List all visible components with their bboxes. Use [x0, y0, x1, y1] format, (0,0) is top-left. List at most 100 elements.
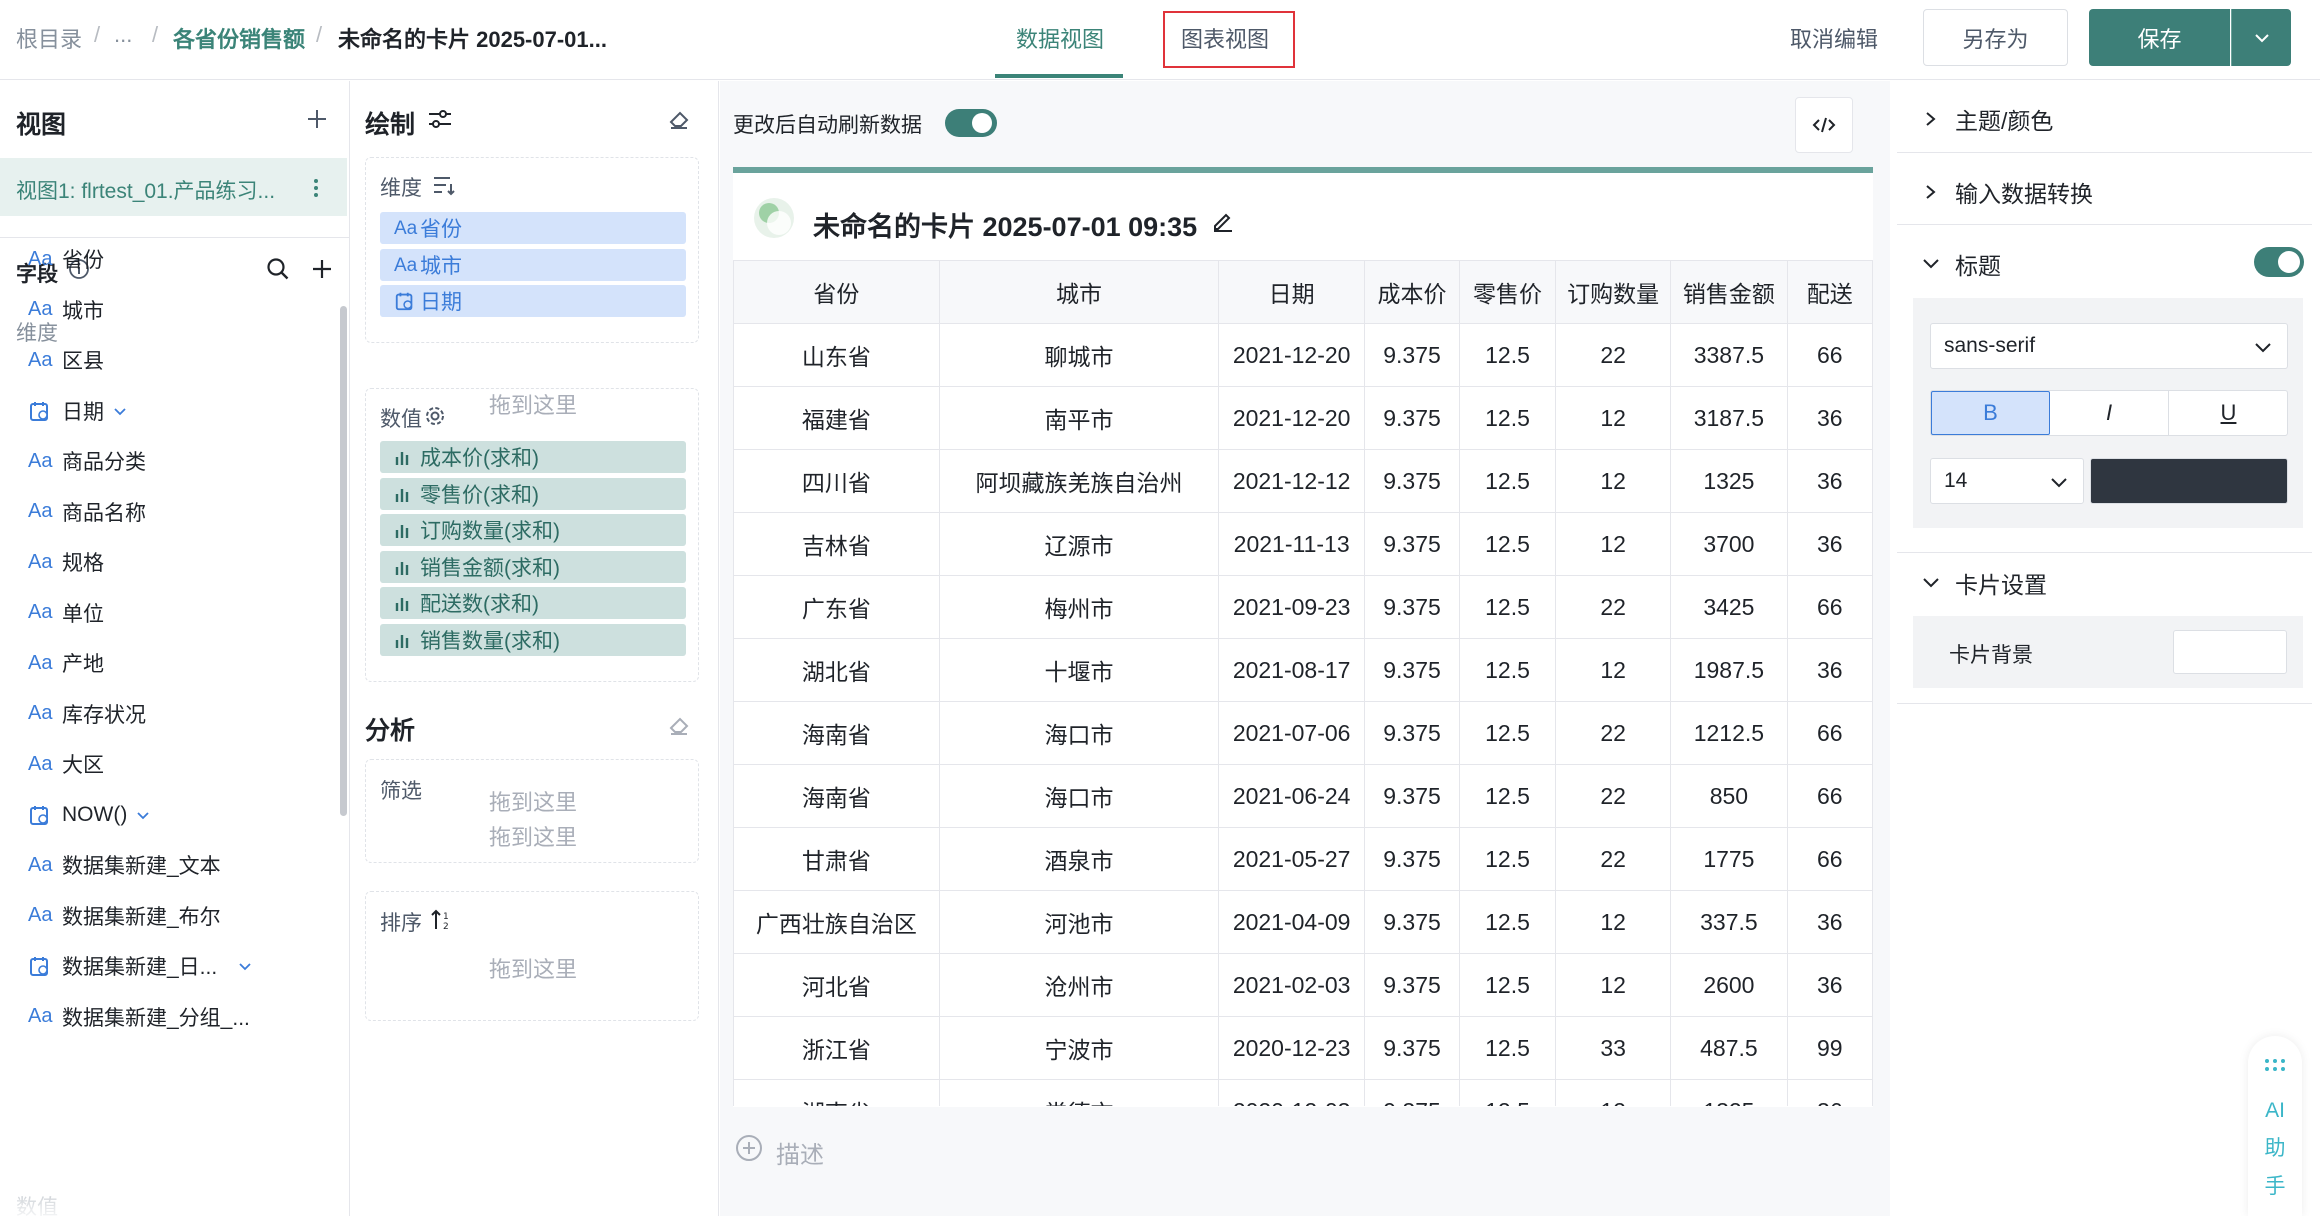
field-item[interactable]: Aa 库存状况 — [28, 697, 146, 731]
chevron-right-icon — [1926, 112, 1936, 126]
breadcrumb-separator: / — [94, 22, 101, 47]
code-view-button[interactable] — [1795, 97, 1853, 153]
field-item[interactable]: Aa 单位 — [28, 596, 104, 630]
drag-handle-icon[interactable] — [2264, 1058, 2286, 1072]
field-item[interactable]: Aa 数据集新建_文本 — [28, 848, 221, 882]
field-item[interactable]: Aa 产地 — [28, 646, 104, 680]
eraser-icon[interactable] — [667, 713, 691, 737]
bold-button[interactable]: B — [1931, 391, 2050, 435]
settings-sliders-icon[interactable] — [427, 107, 453, 131]
add-view-icon[interactable] — [305, 107, 329, 131]
dimension-pill[interactable]: Aa 城市 — [380, 248, 686, 281]
field-item[interactable]: Aa 商品名称 — [28, 495, 146, 529]
title-toggle[interactable] — [2254, 247, 2304, 277]
eraser-icon[interactable] — [667, 107, 691, 131]
font-family-select[interactable]: sans-serif — [1930, 323, 2288, 369]
breadcrumb-root[interactable]: 根目录 — [16, 22, 82, 54]
field-item[interactable]: Aa 商品分类 — [28, 444, 146, 478]
breadcrumb-parent[interactable]: 各省份销售额 — [173, 22, 305, 54]
table-cell: 常德市 — [938, 1079, 1220, 1106]
field-label: 城市 — [62, 299, 104, 323]
dimension-drop-zone[interactable]: 维度 拖到这里 Aa 省份 Aa 城市 日期 — [365, 157, 699, 418]
ai-assistant-char: 手 — [2264, 1175, 2286, 1198]
table-cell: 12.5 — [1459, 827, 1556, 891]
accordion-theme[interactable]: 主题/颜色 — [1921, 102, 2053, 136]
value-pill[interactable]: 订购数量(求和) — [380, 514, 686, 546]
value-pill[interactable]: 销售金额(求和) — [380, 550, 686, 583]
value-pill[interactable]: 零售价(求和) — [380, 477, 686, 510]
accordion-input-transform[interactable]: 输入数据转换 — [1921, 175, 2093, 209]
field-item[interactable]: Aa 区县 — [28, 343, 104, 377]
save-dropdown-button[interactable] — [2231, 9, 2291, 66]
table-cell: 2021-06-24 — [1218, 764, 1366, 828]
filter-drop-zone[interactable]: 筛选 拖到这里 — [365, 759, 699, 863]
column-header[interactable]: 零售价 — [1459, 260, 1556, 324]
field-label: 大区 — [62, 754, 104, 777]
underline-button[interactable]: U — [2169, 391, 2288, 435]
field-item[interactable]: 数据集新建_日... — [28, 949, 253, 983]
view-list-item[interactable]: 视图1: flrtest_01.产品练习... — [0, 158, 347, 216]
value-pill[interactable]: 销售数量(求和) — [380, 623, 686, 656]
describe-placeholder[interactable]: 描述 — [776, 1135, 824, 1170]
table-cell: 辽源市 — [938, 512, 1220, 576]
table-cell: 酒泉市 — [938, 827, 1220, 891]
more-options-icon[interactable] — [313, 178, 319, 198]
ai-assistant-label: AI 助手 — [2248, 1092, 2302, 1206]
drop-hint: 拖到这里 — [488, 825, 577, 850]
value-pill[interactable]: 配送数(求和) — [380, 587, 686, 619]
view-item-label: 视图1: flrtest_01.产品练习... — [16, 180, 276, 203]
chevron-down-icon[interactable] — [237, 958, 253, 974]
table-cell: 河北省 — [733, 953, 940, 1017]
gear-icon[interactable] — [424, 405, 446, 427]
field-item[interactable]: Aa 省份 — [28, 242, 104, 276]
italic-button[interactable]: I — [2050, 391, 2169, 435]
field-item[interactable]: Aa 城市 — [28, 293, 104, 327]
sort-icon[interactable]: 12 — [430, 908, 454, 932]
font-size-select[interactable]: 14 — [1930, 458, 2084, 504]
column-header[interactable]: 订购数量 — [1554, 260, 1672, 324]
accordion-card-settings[interactable]: 卡片设置 — [1921, 566, 2047, 600]
column-header[interactable]: 成本价 — [1364, 260, 1461, 324]
column-header[interactable]: 销售金额 — [1670, 260, 1788, 324]
auto-refresh-toggle[interactable] — [945, 109, 997, 137]
table-cell: 12.5 — [1459, 512, 1556, 576]
add-field-icon[interactable] — [310, 257, 334, 281]
field-item[interactable]: Aa 规格 — [28, 545, 104, 579]
field-item[interactable]: Aa 大区 — [28, 747, 104, 781]
list-settings-icon[interactable] — [432, 174, 456, 196]
field-item[interactable]: Aa 数据集新建_布尔 — [28, 899, 221, 933]
value-pill[interactable]: 成本价(求和) — [380, 441, 686, 473]
field-list-scrollbar[interactable] — [340, 306, 347, 816]
value-drop-zone[interactable]: 数值 拖到这里 成本价(求和) 零售价(求和) 订购数量(求和) 销售金额(求和) 配送… — [365, 388, 699, 815]
search-icon[interactable] — [265, 256, 291, 282]
table-cell: 2021-12-20 — [1218, 323, 1366, 387]
column-header[interactable]: 城市 — [938, 260, 1220, 324]
chevron-down-icon[interactable] — [112, 403, 128, 419]
breadcrumb-current: 未命名的卡片 2025-07-01... — [338, 27, 607, 52]
table-cell: 12.5 — [1459, 449, 1556, 513]
card-background-color-picker[interactable] — [2173, 630, 2287, 674]
save-as-button[interactable]: 另存为 — [1923, 9, 2068, 66]
tab-data-view[interactable]: 数据视图 — [1016, 22, 1104, 54]
field-item[interactable]: NOW() — [28, 798, 151, 832]
field-item[interactable]: 日期 — [28, 394, 128, 428]
column-header[interactable]: 配送 — [1786, 260, 1873, 324]
ai-assistant-button[interactable]: AI 助手 — [2248, 1036, 2302, 1216]
save-button[interactable]: 保存 — [2089, 9, 2230, 66]
dimension-pill[interactable]: 日期 — [380, 285, 686, 317]
column-header[interactable]: 日期 — [1218, 260, 1366, 324]
accordion-title[interactable]: 标题 — [1921, 247, 2001, 281]
cancel-edit-button[interactable]: 取消编辑 — [1790, 22, 1878, 54]
font-color-picker[interactable] — [2090, 458, 2288, 504]
breadcrumb-ellipsis[interactable]: ... — [114, 22, 132, 48]
edit-pencil-icon[interactable] — [1210, 208, 1236, 234]
add-circle-icon[interactable] — [734, 1133, 764, 1163]
sort-drop-zone[interactable]: 排序 12 拖到这里 — [365, 891, 699, 1021]
dimension-pill[interactable]: Aa 省份 — [380, 212, 686, 244]
field-item[interactable]: Aa 数据集新建_分组_... — [28, 1000, 250, 1034]
column-header[interactable]: 省份 — [733, 260, 940, 324]
chevron-down-icon[interactable] — [135, 807, 151, 823]
card-title[interactable]: 未命名的卡片 2025-07-01 09:35 — [813, 205, 1197, 244]
title-settings-panel: sans-serif B I U 14 — [1913, 298, 2303, 528]
tab-chart-view[interactable]: 图表视图 — [1181, 22, 1269, 54]
